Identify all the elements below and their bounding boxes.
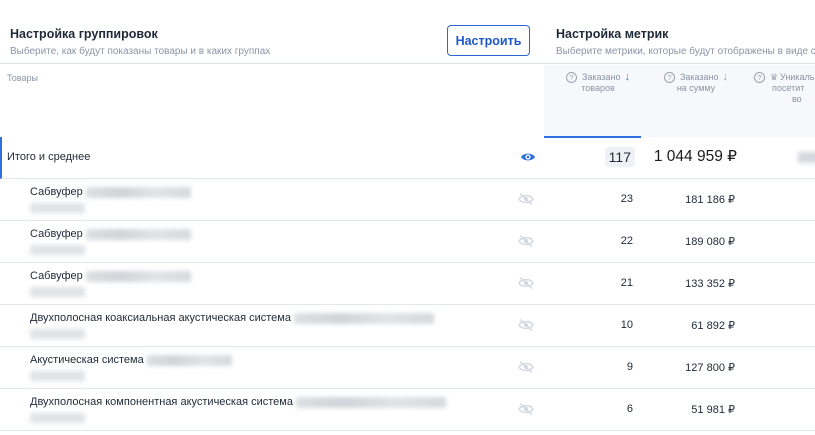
column-label-line1: Заказано — [679, 72, 719, 82]
product-name[interactable]: Двухполосная коаксиальная акустическая с… — [30, 312, 291, 324]
crown-icon: ♛ — [770, 72, 779, 82]
row-sum: 51 981 ₽ — [691, 404, 735, 416]
table-row[interactable]: Двухполосная компонентная акустическая с… — [0, 389, 815, 431]
row-sum: 181 186 ₽ — [685, 194, 735, 206]
table-row[interactable]: Сабвуфер 23 181 186 ₽ — [0, 179, 815, 221]
grouping-title: Настройка группировок — [10, 27, 158, 41]
row-qty: 23 — [620, 193, 633, 205]
row-sum: 61 892 ₽ — [691, 320, 735, 332]
eye-off-icon[interactable] — [518, 192, 534, 206]
column-unique-visitors[interactable]: ? ♛ Уникаль посетит во — [744, 65, 815, 137]
total-qty: 117 — [604, 147, 635, 167]
total-row[interactable]: Итого и среднее 117 1 044 959 ₽ — [0, 137, 815, 179]
row-qty: 6 — [626, 403, 633, 415]
total-label: Итого и среднее — [7, 151, 91, 163]
product-name[interactable]: Сабвуфер — [30, 186, 83, 198]
row-qty: 22 — [620, 235, 633, 247]
column-ordered-sum[interactable]: ? Заказано ↓ на сумму — [641, 65, 744, 137]
row-qty: 21 — [620, 277, 633, 289]
eye-off-icon[interactable] — [518, 276, 534, 290]
row-sum: 133 352 ₽ — [685, 278, 735, 290]
question-icon[interactable]: ? — [663, 72, 675, 83]
arrow-down-icon[interactable]: ↓ — [723, 72, 729, 83]
configure-button[interactable]: Настроить — [447, 25, 530, 56]
column-label-line2: товаров — [581, 83, 615, 93]
grouping-subtitle: Выберите, как будут показаны товары и в … — [10, 46, 271, 57]
eye-off-icon[interactable] — [518, 318, 534, 332]
row-qty: 9 — [626, 361, 633, 373]
product-name[interactable]: Акустическая система — [30, 354, 144, 366]
metrics-subtitle: Выберите метрики, которые будут отображе… — [556, 46, 815, 57]
total-sum: 1 044 959 ₽ — [653, 148, 737, 165]
table-row[interactable]: Сабвуфер 21 133 352 ₽ — [0, 263, 815, 305]
question-icon[interactable]: ? — [754, 72, 765, 83]
column-label-line1: Заказано — [581, 72, 621, 82]
eye-icon[interactable] — [520, 150, 536, 164]
table-row[interactable]: Двухполосная коаксиальная акустическая с… — [0, 305, 815, 347]
metrics-title: Настройка метрик — [556, 27, 669, 41]
product-name[interactable]: Двухполосная компонентная акустическая с… — [30, 396, 293, 408]
table-body: Итого и среднее 117 1 044 959 ₽ Сабвуфер… — [0, 137, 815, 431]
row-sum: 189 080 ₽ — [685, 236, 735, 248]
table-row[interactable]: Акустическая система 9 127 800 ₽ — [0, 347, 815, 389]
eye-off-icon[interactable] — [518, 234, 534, 248]
grouping-settings: Настройка группировок Выберите, как буду… — [10, 27, 270, 57]
config-band: Настройка группировок Выберите, как буду… — [0, 0, 815, 64]
goods-column-header[interactable]: Товары — [7, 73, 38, 83]
product-name[interactable]: Сабвуфер — [30, 228, 83, 240]
table-row[interactable]: Сабвуфер 22 189 080 ₽ — [0, 221, 815, 263]
column-label-line2: на сумму — [676, 83, 716, 93]
row-qty: 10 — [620, 319, 633, 331]
table-header: Товары ? Заказано ↓ товаров ? Заказано ↓ на … — [0, 65, 815, 138]
metrics-settings[interactable]: Настройка метрик Выберите метрики, котор… — [556, 27, 815, 57]
eye-off-icon[interactable] — [518, 402, 534, 416]
column-label-line1: Уникаль — [780, 72, 815, 82]
column-label-line2: посетит — [772, 83, 805, 93]
row-sum: 127 800 ₽ — [685, 362, 735, 374]
question-icon[interactable]: ? — [565, 72, 577, 83]
arrow-down-icon[interactable]: ↓ — [625, 72, 631, 83]
product-name[interactable]: Сабвуфер — [30, 270, 83, 282]
column-ordered-qty[interactable]: ? Заказано ↓ товаров — [544, 65, 641, 138]
column-label-line3: во — [792, 94, 802, 104]
eye-off-icon[interactable] — [518, 360, 534, 374]
